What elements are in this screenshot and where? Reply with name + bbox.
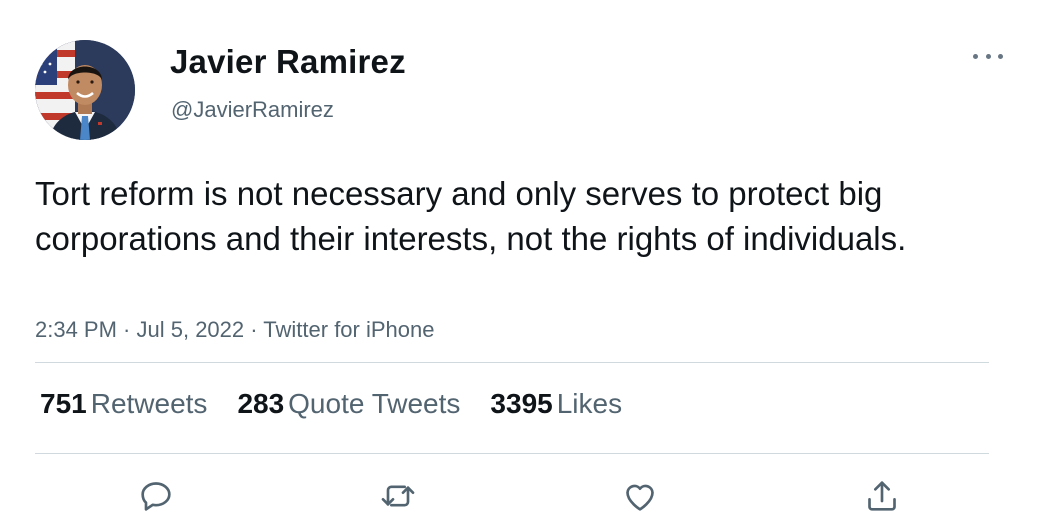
avatar[interactable] bbox=[35, 40, 135, 140]
user-handle[interactable]: @JavierRamirez bbox=[171, 97, 334, 123]
tweet-stats: 751 Retweets 283 Quote Tweets 3395 Likes bbox=[40, 388, 652, 420]
tweet-text: Tort reform is not necessary and only se… bbox=[35, 175, 907, 257]
avatar-photo bbox=[35, 40, 135, 140]
reply-icon bbox=[141, 482, 171, 511]
dot bbox=[985, 53, 991, 59]
retweets-label: Retweets bbox=[90, 388, 208, 419]
like-button[interactable] bbox=[618, 474, 662, 518]
more-options-icon[interactable] bbox=[973, 45, 1003, 67]
retweet-button[interactable] bbox=[376, 474, 420, 518]
reply-button[interactable] bbox=[134, 474, 178, 518]
share-icon bbox=[868, 481, 896, 511]
dot bbox=[998, 53, 1003, 59]
quote-tweets-label: Quote Tweets bbox=[288, 388, 461, 419]
meta-separator: · bbox=[116, 317, 137, 342]
meta-separator: · bbox=[244, 317, 264, 342]
tweet-card: Javier Ramirez @JavierRamirez Tort refor… bbox=[0, 0, 1050, 525]
tweet-actions bbox=[0, 474, 1050, 518]
likes-count: 3395 bbox=[490, 388, 553, 419]
tweet-source[interactable]: Twitter for iPhone bbox=[263, 317, 434, 342]
retweets-count: 751 bbox=[40, 388, 87, 419]
likes-label: Likes bbox=[556, 388, 623, 419]
tweet-date[interactable]: Jul 5, 2022 bbox=[137, 317, 245, 342]
tweet-time[interactable]: 2:34 PM bbox=[35, 317, 117, 342]
divider bbox=[35, 362, 989, 363]
retweets-stat[interactable]: 751 Retweets bbox=[40, 388, 207, 420]
heart-icon bbox=[626, 484, 654, 511]
quote-tweets-stat[interactable]: 283 Quote Tweets bbox=[237, 388, 460, 420]
display-name[interactable]: Javier Ramirez bbox=[170, 43, 406, 81]
dot bbox=[973, 53, 978, 59]
likes-stat[interactable]: 3395 Likes bbox=[490, 388, 622, 420]
share-button[interactable] bbox=[860, 474, 904, 518]
divider bbox=[35, 453, 989, 454]
quote-tweets-count: 283 bbox=[237, 388, 285, 419]
retweet-icon bbox=[381, 485, 415, 507]
tweet-meta: 2:34 PM · Jul 5, 2022 · Twitter for iPho… bbox=[35, 317, 434, 343]
